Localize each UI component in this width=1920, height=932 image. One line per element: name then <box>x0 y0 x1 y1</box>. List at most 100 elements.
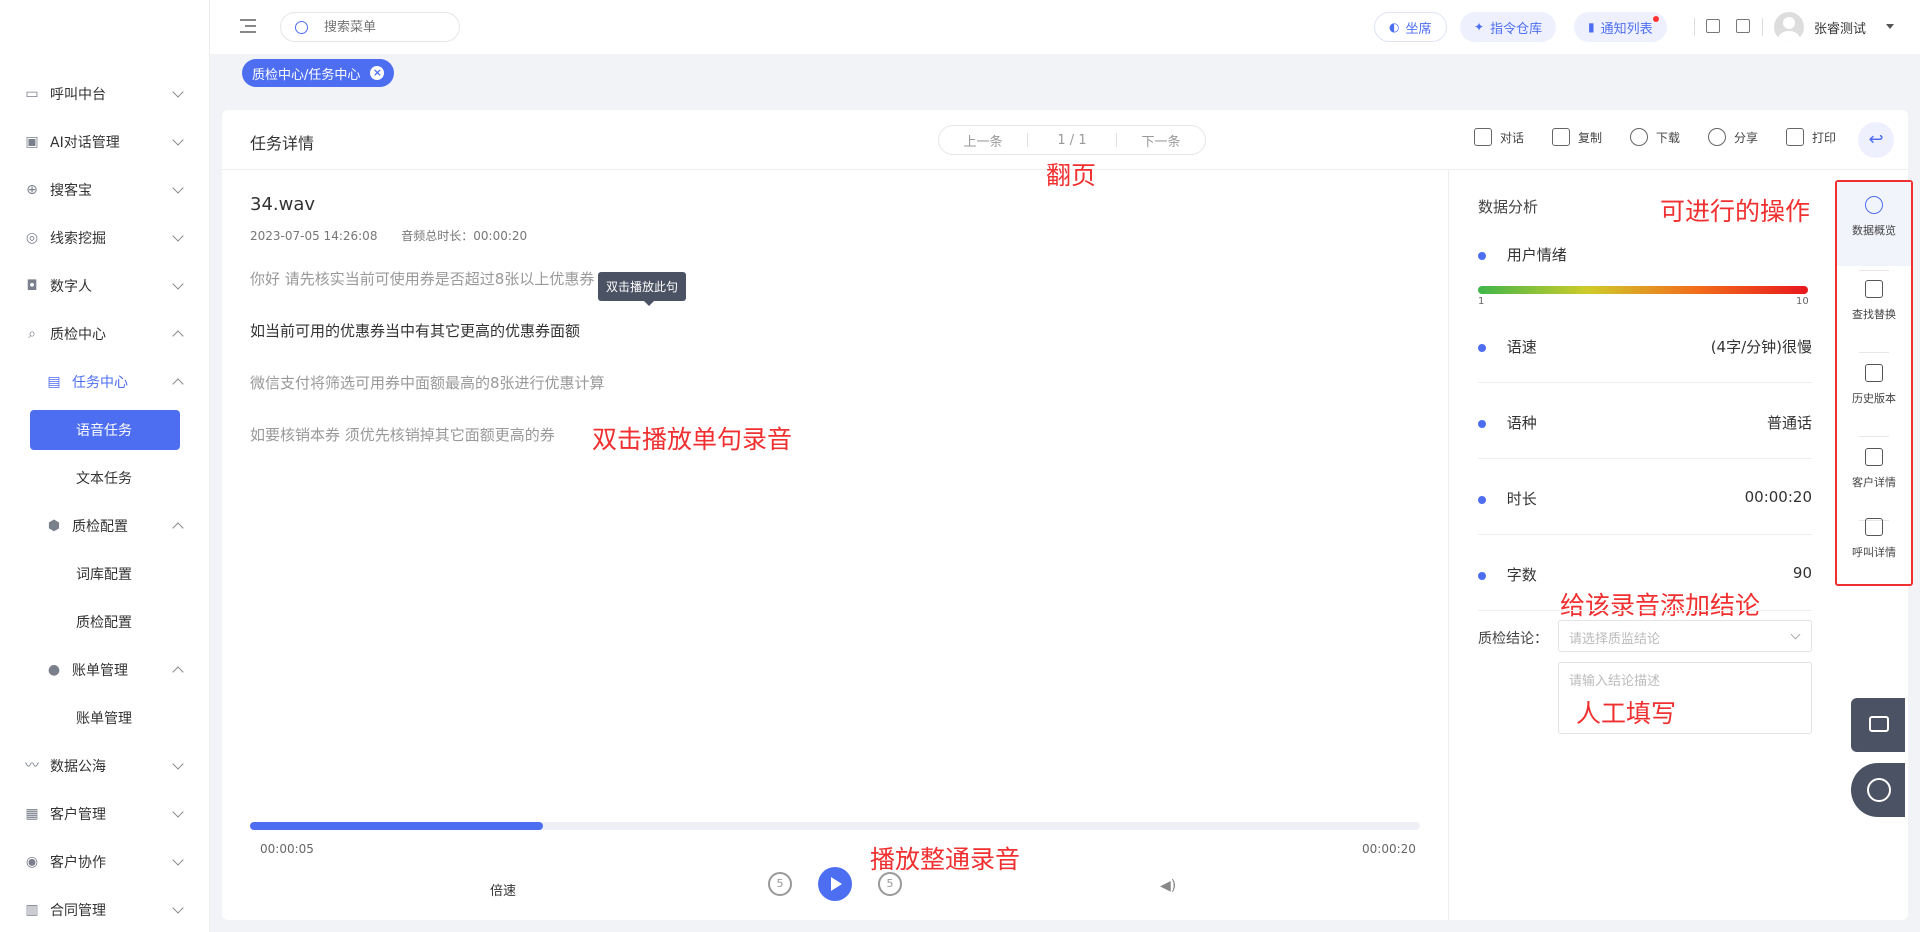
sidebar-item-customer-collab[interactable]: ◉ 客户协作 <box>0 844 210 880</box>
emotion-max: 10 <box>1796 296 1809 307</box>
sidebar-item-customer-mgmt[interactable]: ▦ 客户管理 <box>0 796 210 832</box>
copy-button[interactable]: 复制 <box>1552 128 1602 146</box>
sidebar-item-lexicon-config[interactable]: 词库配置 <box>0 556 210 592</box>
fullscreen-icon[interactable] <box>1736 19 1750 33</box>
printer-icon <box>1786 128 1804 146</box>
handshake-icon: ◉ <box>25 854 39 870</box>
divider <box>1448 170 1449 920</box>
contract-icon: ▥ <box>25 902 39 918</box>
share-icon <box>1708 128 1726 146</box>
conclusion-select[interactable]: 请选择质监结论 <box>1558 620 1812 652</box>
avatar[interactable] <box>1774 12 1804 42</box>
sidebar-item-qc-config-group[interactable]: ⬢ 质检配置 <box>0 508 210 544</box>
dialog-label: 对话 <box>1500 130 1525 145</box>
rewind-5-icon[interactable]: 5 <box>768 872 792 896</box>
command-library-button[interactable]: ✦ 指令仓库 <box>1460 12 1557 42</box>
sidebar-item-soukebao[interactable]: ⊕ 搜客宝 <box>0 172 210 208</box>
command-library-label: 指令仓库 <box>1490 21 1543 37</box>
emotion-min: 1 <box>1478 296 1485 307</box>
chevron-down-icon <box>172 806 184 818</box>
softphone-button[interactable] <box>1851 763 1905 817</box>
back-button[interactable]: ↩ <box>1858 122 1894 158</box>
download-icon <box>1630 128 1648 146</box>
app-root: ▭ 呼叫中台 ▣ AI对话管理 ⊕ 搜客宝 ◎ 线索挖掘 ◘ 数字人 ⌕ 质检中… <box>0 0 1920 932</box>
sidebar-item-text-task[interactable]: 文本任务 <box>0 460 210 496</box>
sidebar-item-call-center[interactable]: ▭ 呼叫中台 <box>0 76 210 112</box>
annotation-manual-fill: 人工填写 <box>1576 699 1677 728</box>
search-input[interactable] <box>324 19 444 35</box>
caret-down-icon[interactable] <box>1886 24 1894 29</box>
share-button[interactable]: 分享 <box>1708 128 1758 146</box>
sidebar-item-billing-group[interactable]: ● 账单管理 <box>0 652 210 688</box>
audio-progress-bar[interactable] <box>250 822 1420 830</box>
rail-history-version[interactable]: 历史版本 <box>1837 350 1911 434</box>
rail-find-replace[interactable]: 查找替换 <box>1837 266 1911 350</box>
menu-search[interactable] <box>280 12 460 42</box>
sidebar-item-qc-center[interactable]: ⌕ 质检中心 <box>0 316 210 352</box>
rail-data-overview[interactable]: 数据概览 <box>1837 182 1911 266</box>
metric-label: 语种 <box>1506 414 1537 432</box>
sidebar-item-label: 文本任务 <box>76 471 132 487</box>
copy-label: 复制 <box>1578 130 1603 145</box>
prev-button[interactable]: 上一条 <box>939 131 1027 150</box>
sidebar-item-label: 客户管理 <box>50 807 106 823</box>
waveform-icon <box>1869 716 1889 732</box>
transcript-sentence[interactable]: 如要核销本券 须优先核销掉其它面额更高的券 <box>250 424 555 445</box>
sidebar-item-label: AI对话管理 <box>50 135 120 151</box>
speed-button[interactable]: 倍速 <box>490 880 516 899</box>
play-button[interactable] <box>818 867 852 901</box>
divider <box>1478 534 1812 535</box>
sidebar-item-qc-config[interactable]: 质检配置 <box>0 604 210 640</box>
sidebar-item-label: 线索挖掘 <box>50 231 106 247</box>
chevron-down-icon <box>172 854 184 866</box>
screen-icon[interactable] <box>1706 19 1720 33</box>
download-button[interactable]: 下载 <box>1630 128 1680 146</box>
voice-assistant-button[interactable] <box>1851 698 1905 752</box>
volume-icon[interactable]: ◀) <box>1160 878 1176 894</box>
print-label: 打印 <box>1812 130 1837 145</box>
next-button[interactable]: 下一条 <box>1117 131 1205 150</box>
sidebar-item-voice-task[interactable]: 语音任务 <box>30 410 180 450</box>
transcript-sentence[interactable]: 微信支付将筛选可用券中面额最高的8张进行优惠计算 <box>250 372 605 393</box>
pager: 上一条 1 / 1 下一条 <box>938 125 1206 155</box>
tab-qc-task-center[interactable]: 质检中心/任务中心 × <box>242 59 395 87</box>
chevron-up-icon <box>172 378 184 390</box>
transcript-sentence[interactable]: 如当前可用的优惠券当中有其它更高的优惠券面额 <box>250 320 580 341</box>
sidebar-item-label: 语音任务 <box>76 423 132 439</box>
divider <box>1478 458 1812 459</box>
sidebar: ▭ 呼叫中台 ▣ AI对话管理 ⊕ 搜客宝 ◎ 线索挖掘 ◘ 数字人 ⌕ 质检中… <box>0 0 210 932</box>
forward-5-icon[interactable]: 5 <box>878 872 902 896</box>
sidebar-item-task-center[interactable]: ▤ 任务中心 <box>0 364 210 400</box>
search-icon <box>295 20 308 34</box>
chevron-up-icon <box>172 522 184 534</box>
sidebar-item-label: 客户协作 <box>50 855 106 871</box>
transcript-sentence[interactable]: 你好 请先核实当前可使用券是否超过8张以上优惠券 <box>250 268 594 289</box>
rail-call-detail[interactable]: 呼叫详情 <box>1837 504 1911 588</box>
annotation-add-conclusion: 给该录音添加结论 <box>1560 591 1761 620</box>
bullet-dot <box>1478 343 1486 352</box>
sidebar-item-ai-dialog[interactable]: ▣ AI对话管理 <box>0 124 210 160</box>
sidebar-item-lead-mining[interactable]: ◎ 线索挖掘 <box>0 220 210 256</box>
menu-toggle-icon[interactable] <box>240 19 256 33</box>
notification-list-button[interactable]: ▮ 通知列表 <box>1574 12 1667 42</box>
metric-word-count: 字数 90 <box>1478 564 1812 585</box>
username[interactable]: 张睿测试 <box>1814 18 1866 37</box>
print-button[interactable]: 打印 <box>1786 128 1836 146</box>
seat-button[interactable]: ◐ 坐席 <box>1374 12 1447 42</box>
tab-label: 质检中心/任务中心 <box>252 67 361 83</box>
sidebar-item-label: 质检配置 <box>72 519 128 535</box>
sidebar-item-billing[interactable]: 账单管理 <box>0 700 210 736</box>
metric-language: 语种 普通话 <box>1478 412 1812 433</box>
annotation-operations: 可进行的操作 <box>1660 197 1811 226</box>
sidebar-item-digital-human[interactable]: ◘ 数字人 <box>0 268 210 304</box>
chat-icon <box>1474 128 1492 146</box>
sidebar-item-data-pool[interactable]: 〰 数据公海 <box>0 748 210 784</box>
annotation-play-all: 播放整通录音 <box>870 845 1021 874</box>
close-icon[interactable]: × <box>370 66 385 80</box>
audio-duration: 音频总时长：00:00:20 <box>401 229 528 243</box>
dialog-button[interactable]: 对话 <box>1474 128 1524 146</box>
sidebar-item-label: 合同管理 <box>50 903 106 919</box>
sidebar-item-contract-mgmt[interactable]: ▥ 合同管理 <box>0 892 210 928</box>
task-detail-card: 任务详情 上一条 1 / 1 下一条 对话 复制 下载 分享 打印 ↩ 34.w… <box>222 110 1908 920</box>
rail-label: 查找替换 <box>1852 308 1896 321</box>
